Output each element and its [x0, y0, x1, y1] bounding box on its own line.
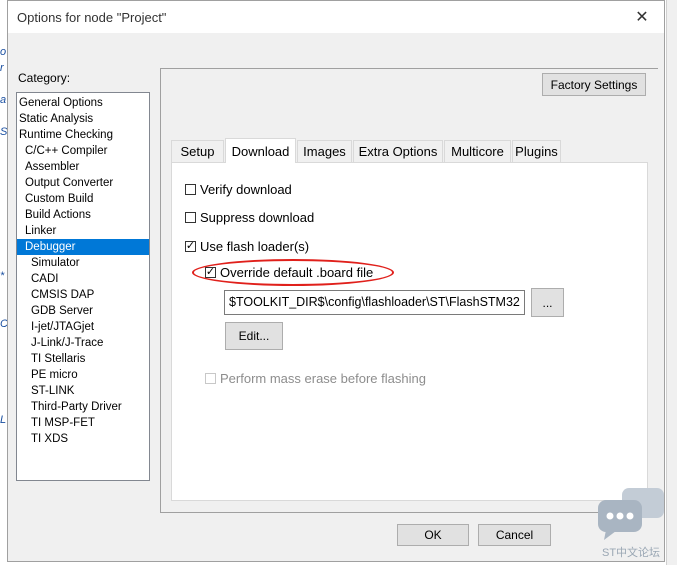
- category-item-third-party-driver[interactable]: Third-Party Driver: [17, 399, 149, 415]
- checkbox-unchecked-icon: [185, 212, 196, 223]
- mass-erase-checkbox: Perform mass erase before flashing: [205, 371, 426, 386]
- category-item-ti-xds[interactable]: TI XDS: [17, 431, 149, 447]
- use-flash-loader-label: Use flash loader(s): [200, 239, 310, 254]
- tab-plugins[interactable]: Plugins: [512, 140, 561, 162]
- category-item-gdb-server[interactable]: GDB Server: [17, 303, 149, 319]
- category-item-jlink[interactable]: J-Link/J-Trace: [17, 335, 149, 351]
- tab-extra-options[interactable]: Extra Options: [353, 140, 443, 162]
- category-item-assembler[interactable]: Assembler: [17, 159, 149, 175]
- category-item-ijet[interactable]: I-jet/JTAGjet: [17, 319, 149, 335]
- use-flash-loader-checkbox[interactable]: ✓ Use flash loader(s): [185, 239, 309, 254]
- mass-erase-label: Perform mass erase before flashing: [220, 371, 426, 386]
- category-item-c-compiler[interactable]: C/C++ Compiler: [17, 143, 149, 159]
- close-button[interactable]: ✕: [620, 1, 664, 33]
- category-label: Category:: [18, 71, 71, 85]
- category-list[interactable]: General Options Static Analysis Runtime …: [16, 92, 150, 481]
- tab-setup[interactable]: Setup: [171, 140, 224, 162]
- verify-download-label: Verify download: [200, 182, 292, 197]
- factory-settings-button[interactable]: Factory Settings: [542, 73, 646, 96]
- category-item-st-link[interactable]: ST-LINK: [17, 383, 149, 399]
- suppress-download-label: Suppress download: [200, 210, 315, 225]
- tab-download[interactable]: Download: [225, 138, 296, 163]
- cancel-button[interactable]: Cancel: [478, 524, 551, 546]
- override-board-file-checkbox[interactable]: ✓ Override default .board file: [205, 265, 373, 280]
- checkmark-icon: ✓: [205, 266, 216, 278]
- category-item-linker[interactable]: Linker: [17, 223, 149, 239]
- suppress-download-checkbox[interactable]: Suppress download: [185, 210, 314, 225]
- verify-download-checkbox[interactable]: Verify download: [185, 182, 292, 197]
- category-item-cadi[interactable]: CADI: [17, 271, 149, 287]
- category-item-debugger[interactable]: Debugger: [17, 239, 149, 255]
- window-title: Options for node "Project": [17, 10, 167, 25]
- tab-multicore[interactable]: Multicore: [444, 140, 511, 162]
- category-item-general-options[interactable]: General Options: [17, 95, 149, 111]
- category-item-simulator[interactable]: Simulator: [17, 255, 149, 271]
- ok-button[interactable]: OK: [397, 524, 469, 546]
- category-item-static-analysis[interactable]: Static Analysis: [17, 111, 149, 127]
- category-item-runtime-checking[interactable]: Runtime Checking: [17, 127, 149, 143]
- category-item-output-converter[interactable]: Output Converter: [17, 175, 149, 191]
- background-window-edge: [666, 0, 677, 565]
- category-item-cmsis-dap[interactable]: CMSIS DAP: [17, 287, 149, 303]
- checkbox-disabled-icon: [205, 373, 216, 384]
- checkbox-unchecked-icon: [185, 184, 196, 195]
- category-item-ti-msp-fet[interactable]: TI MSP-FET: [17, 415, 149, 431]
- board-file-path-input[interactable]: $TOOLKIT_DIR$\config\flashloader\ST\Flas…: [224, 290, 525, 315]
- close-icon: ✕: [635, 9, 649, 26]
- title-bar: Options for node "Project" ✕: [8, 1, 664, 33]
- edit-button[interactable]: Edit...: [225, 322, 283, 350]
- category-item-build-actions[interactable]: Build Actions: [17, 207, 149, 223]
- override-board-file-label: Override default .board file: [220, 265, 374, 280]
- category-item-ti-stellaris[interactable]: TI Stellaris: [17, 351, 149, 367]
- checkmark-icon: ✓: [185, 240, 196, 252]
- browse-button[interactable]: ...: [531, 288, 564, 317]
- category-item-pe-micro[interactable]: PE micro: [17, 367, 149, 383]
- watermark-text: ST中文论坛: [602, 547, 661, 559]
- category-item-custom-build[interactable]: Custom Build: [17, 191, 149, 207]
- tab-images[interactable]: Images: [297, 140, 352, 162]
